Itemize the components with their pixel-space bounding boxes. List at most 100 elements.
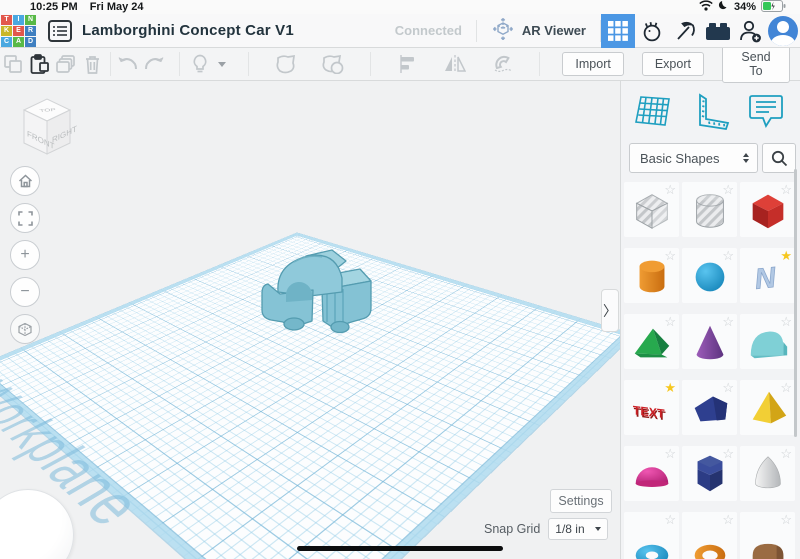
view-nav-column: + − <box>10 166 40 344</box>
shape-tile-hexagonal-prism[interactable] <box>682 446 737 501</box>
favorite-star-icon[interactable] <box>722 513 734 526</box>
shape-tile-sphere[interactable] <box>682 248 737 303</box>
notes-tool-icon[interactable] <box>744 91 788 133</box>
connected-status: Connected <box>394 23 462 38</box>
snap-grid-label: Snap Grid <box>484 522 541 536</box>
search-shapes-button[interactable] <box>762 143 796 173</box>
moon-icon <box>718 0 729 14</box>
workplane-tool-icon[interactable] <box>631 91 675 133</box>
blocks-grid-button[interactable] <box>601 13 635 48</box>
shape-tile-polygon[interactable] <box>682 380 737 435</box>
settings-button[interactable]: Settings <box>550 489 612 513</box>
edit-toolbar: Import Export Send To <box>0 45 800 83</box>
ruler-tool-icon[interactable] <box>688 91 732 133</box>
panel-tools-row <box>621 81 800 141</box>
favorite-star-icon[interactable] <box>722 183 734 196</box>
export-button[interactable]: Export <box>641 52 704 76</box>
bulb-dropdown-caret[interactable] <box>218 61 227 67</box>
perspective-toggle-button[interactable] <box>10 314 40 344</box>
favorite-star-icon[interactable] <box>722 249 734 262</box>
home-view-button[interactable] <box>10 166 40 196</box>
paste-icon[interactable] <box>26 51 52 77</box>
group-icon[interactable] <box>271 51 300 77</box>
favorite-star-icon[interactable] <box>664 447 676 460</box>
shape-tile-loaf[interactable] <box>740 512 795 559</box>
wifi-icon <box>699 0 713 14</box>
minecraft-pickaxe-icon[interactable] <box>668 14 701 48</box>
favorite-star-icon[interactable] <box>664 183 676 196</box>
favorite-star-icon[interactable] <box>780 381 792 394</box>
shape-tile-torus[interactable] <box>624 512 679 559</box>
show-hide-group <box>184 51 227 77</box>
shape-tile-tube[interactable] <box>682 512 737 559</box>
shapes-panel: Basic Shapes N <box>620 81 800 559</box>
design-menu-icon[interactable] <box>48 19 72 42</box>
snap-grid-control: Snap Grid 1/8 in <box>484 518 609 540</box>
copy-icon[interactable] <box>0 51 26 77</box>
favorite-star-icon[interactable] <box>780 513 792 526</box>
fit-view-button[interactable] <box>10 203 40 233</box>
favorite-star-icon[interactable] <box>722 381 734 394</box>
divider <box>109 52 111 76</box>
favorite-star-icon[interactable] <box>664 249 676 262</box>
ar-viewer-label: AR Viewer <box>521 23 586 38</box>
panel-scrollbar[interactable] <box>794 169 797 437</box>
shape-category-value: Basic Shapes <box>640 150 720 166</box>
tinkercad-app: { "status_bar": { "time": "10:25 PM", "d… <box>0 0 800 559</box>
lego-brick-icon[interactable] <box>701 14 734 48</box>
shape-tile-box-hole[interactable] <box>624 182 679 237</box>
delete-icon[interactable] <box>79 51 105 77</box>
concept-car-model[interactable] <box>250 238 378 343</box>
redo-icon[interactable] <box>141 51 167 77</box>
shape-tile-cylinder-hole[interactable] <box>682 182 737 237</box>
magnet-icon[interactable] <box>488 51 517 77</box>
favorite-star-icon[interactable] <box>780 315 792 328</box>
show-hide-bulb-icon[interactable] <box>184 51 216 77</box>
ios-home-indicator[interactable] <box>297 546 503 551</box>
chevron-down-icon <box>595 527 602 531</box>
shape-category-dropdown[interactable]: Basic Shapes <box>629 143 758 173</box>
ar-viewer-button[interactable]: AR Viewer <box>477 14 600 47</box>
shape-tile-cylinder[interactable] <box>624 248 679 303</box>
panel-collapse-handle[interactable]: 〉 <box>601 289 619 332</box>
sim-lab-icon[interactable] <box>635 14 668 48</box>
shape-tile-text[interactable]: TEXTTEXT <box>624 380 679 435</box>
shape-tile-half-sphere[interactable] <box>624 446 679 501</box>
undo-icon[interactable] <box>115 51 141 77</box>
mirror-icon[interactable] <box>441 51 470 77</box>
shape-tile-round-roof[interactable] <box>740 314 795 369</box>
favorite-star-icon[interactable] <box>780 183 792 196</box>
tinkercad-logo[interactable]: TIN KER CAD <box>1 14 36 47</box>
shape-tile-pyramid[interactable] <box>740 380 795 435</box>
divider <box>370 52 372 76</box>
favorite-star-icon[interactable] <box>722 315 734 328</box>
align-icon[interactable] <box>393 51 422 77</box>
import-button[interactable]: Import <box>562 52 624 76</box>
ar-cube-icon <box>491 17 515 44</box>
shape-tile-paraboloid[interactable] <box>740 446 795 501</box>
clock-time: 10:25 PM <box>30 1 78 13</box>
svg-text:N: N <box>753 261 778 295</box>
shape-tile-cone[interactable] <box>682 314 737 369</box>
shape-tile-roof[interactable] <box>624 314 679 369</box>
zoom-in-button[interactable]: + <box>10 240 40 270</box>
send-to-button[interactable]: Send To <box>721 45 791 83</box>
viewport-3d[interactable]: Workplane TOP FRONT RIGHT + − Settings S… <box>0 81 620 559</box>
favorite-star-icon[interactable] <box>722 447 734 460</box>
favorite-star-icon[interactable] <box>780 447 792 460</box>
zoom-out-button[interactable]: − <box>10 277 40 307</box>
shape-tile-scribble[interactable]: N <box>740 248 795 303</box>
favorite-star-icon[interactable] <box>664 381 676 394</box>
shape-tile-box[interactable] <box>740 182 795 237</box>
divider <box>179 52 181 76</box>
favorite-star-icon[interactable] <box>664 315 676 328</box>
favorite-star-icon[interactable] <box>664 513 676 526</box>
battery-percent: 34% <box>733 1 756 13</box>
snap-grid-select[interactable]: 1/8 in <box>548 518 609 540</box>
person-add-icon[interactable] <box>734 14 767 48</box>
avatar[interactable] <box>768 15 798 46</box>
favorite-star-icon[interactable] <box>780 249 792 262</box>
duplicate-icon[interactable] <box>53 51 79 77</box>
view-cube[interactable]: TOP FRONT RIGHT <box>14 91 80 166</box>
ungroup-icon[interactable] <box>319 51 348 77</box>
